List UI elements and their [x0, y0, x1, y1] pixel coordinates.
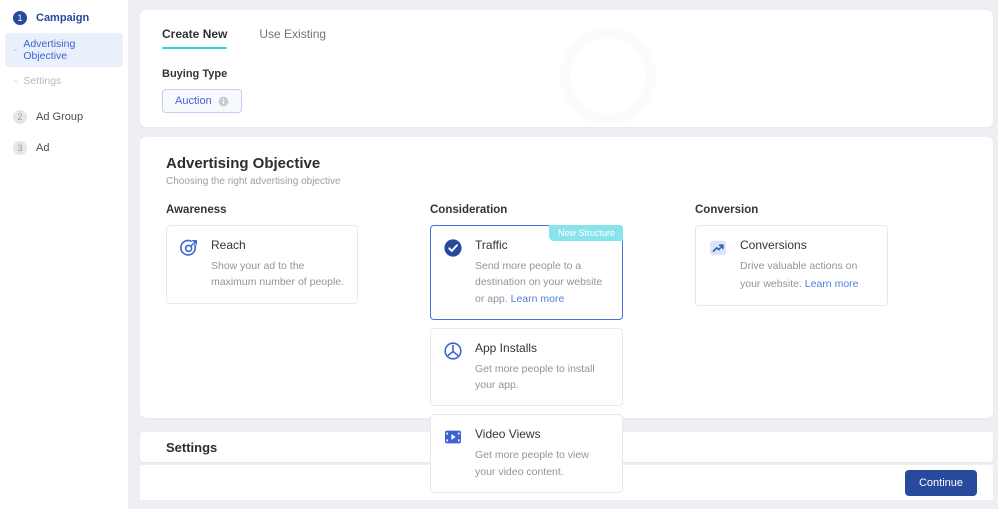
continue-button[interactable]: Continue — [904, 469, 977, 496]
step-label: Ad Group — [36, 111, 84, 123]
steps-sidebar: 1 Campaign Advertising Objective Setting… — [0, 0, 128, 509]
buying-type-auction-chip[interactable]: Auction — [162, 89, 242, 113]
campaign-creation-page: 1 Campaign Advertising Objective Setting… — [0, 0, 998, 509]
app-install-icon — [444, 342, 462, 360]
info-icon — [218, 96, 229, 106]
create-mode-card: Create New Use Existing Buying Type Auct… — [140, 10, 993, 127]
step-number-badge: 1 — [13, 11, 27, 25]
column-consideration: Consideration New Structure Traffic Send… — [430, 204, 623, 493]
objective-title: Conversions — [740, 238, 807, 252]
tab-create-new[interactable]: Create New — [162, 27, 228, 49]
advertising-objective-card: Advertising Objective Choosing the right… — [140, 137, 993, 493]
objective-card-reach[interactable]: Reach Show your ad to the maximum number… — [166, 225, 358, 304]
column-header: Awareness — [166, 204, 227, 216]
column-header: Conversion — [695, 204, 759, 216]
sidebar-step-campaign[interactable]: 1 Campaign — [0, 6, 128, 30]
tab-label: Use Existing — [259, 27, 327, 41]
column-header: Consideration — [430, 204, 508, 216]
learn-more-link[interactable]: Learn more — [511, 293, 565, 305]
sidebar-item-settings[interactable]: Settings — [5, 70, 123, 92]
objective-card-conversions[interactable]: Conversions Drive valuable actions on yo… — [695, 225, 888, 306]
create-mode-tabs: Create New Use Existing — [162, 27, 971, 49]
conversions-chart-icon — [710, 240, 726, 256]
step-label: Campaign — [36, 12, 90, 24]
video-views-icon — [445, 430, 461, 444]
learn-more-link[interactable]: Learn more — [805, 276, 859, 292]
step-number-badge: 3 — [13, 141, 27, 155]
section-subtitle: Choosing the right advertising objective — [166, 176, 341, 187]
objective-title: Video Views — [475, 427, 541, 442]
reach-target-icon — [180, 239, 197, 256]
objective-title: App Installs — [475, 340, 538, 355]
active-tab-underline — [162, 47, 228, 49]
objective-card-app-installs[interactable]: App Installs Get more people to install … — [430, 327, 623, 407]
objective-card-video-views[interactable]: Video Views Get more people to view your… — [430, 414, 623, 493]
objective-description: Show your ad to the maximum number of pe… — [211, 260, 345, 289]
new-structure-badge: New Structure — [548, 225, 623, 241]
tab-label: Create New — [162, 27, 228, 41]
step-label: Ad — [36, 142, 50, 154]
objective-description: Get more people to view your video conte… — [475, 449, 589, 478]
sub-item-label: Settings — [23, 75, 62, 87]
sidebar-step-ad-group[interactable]: 2 Ad Group — [0, 105, 128, 129]
tab-use-existing[interactable]: Use Existing — [259, 27, 326, 49]
buying-type-value: Auction — [175, 95, 212, 107]
sub-item-label: Advertising Objective — [23, 38, 76, 62]
objective-card-traffic[interactable]: New Structure Traffic Send more people t… — [430, 225, 623, 320]
objective-title: Reach — [211, 238, 246, 252]
sidebar-step-ad[interactable]: 3 Ad — [0, 136, 128, 160]
check-circle-icon — [444, 239, 462, 257]
objective-description: Get more people to install your app. — [475, 362, 595, 392]
step-number-badge: 2 — [13, 110, 27, 124]
section-title: Advertising Objective — [166, 155, 321, 172]
watermark-circle — [560, 28, 656, 124]
sidebar-item-advertising-objective[interactable]: Advertising Objective — [5, 33, 123, 67]
main-content: Create New Use Existing Buying Type Auct… — [128, 0, 998, 509]
